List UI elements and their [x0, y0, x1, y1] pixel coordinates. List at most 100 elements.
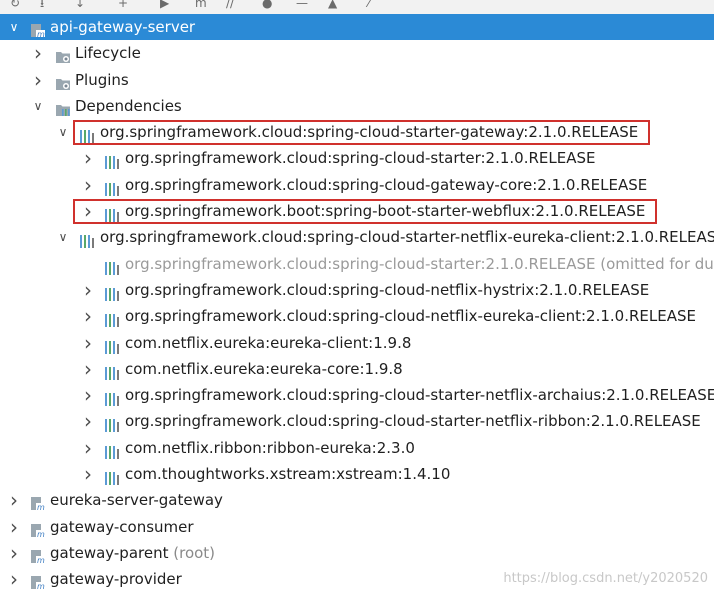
- tree-row[interactable]: › Plugins: [0, 67, 714, 93]
- node-name: org.springframework.cloud:spring-cloud-n…: [125, 280, 650, 299]
- svg-text:m: m: [37, 582, 45, 590]
- tree-row[interactable]: ∨ m api-gateway-server: [0, 14, 714, 41]
- chevron-right-icon[interactable]: ›: [80, 198, 96, 224]
- node-name: org.springframework.cloud:spring-cloud-s…: [100, 123, 639, 142]
- tree-row[interactable]: › com.netflix.eureka:eureka-client:1.9.8: [0, 330, 714, 356]
- folder-gear-icon: [55, 73, 71, 90]
- tree-row[interactable]: › com.netflix.ribbon:ribbon-eureka:2.3.0: [0, 435, 714, 461]
- tree-row[interactable]: › Lifecycle: [0, 40, 714, 66]
- tree-row[interactable]: › org.springframework.cloud:spring-cloud-…: [0, 303, 714, 329]
- library-icon: [104, 388, 120, 407]
- tree-row[interactable]: › org.springframework.cloud:spring-cloud-…: [0, 382, 714, 408]
- tree-row[interactable]: › org.springframework.cloud:spring-cloud-…: [0, 408, 714, 434]
- node-name: Dependencies: [75, 96, 182, 115]
- skip-tests-icon[interactable]: ●: [262, 0, 272, 9]
- chevron-down-icon[interactable]: ∨: [6, 14, 22, 40]
- chevron-right-icon[interactable]: ›: [80, 330, 96, 356]
- folder-deps-icon: [55, 99, 71, 116]
- svg-text:m: m: [37, 530, 45, 538]
- library-icon: [104, 283, 120, 301]
- refresh-icon[interactable]: ↻: [10, 0, 20, 9]
- reimport-icon[interactable]: ⭳: [40, 0, 44, 9]
- tree-row[interactable]: ∨ org.springframework.cloud:spring-cloud-…: [0, 119, 714, 146]
- library-icon: [79, 230, 95, 249]
- tree-row[interactable]: › m gateway-parent (root): [0, 540, 714, 566]
- tree-row-label: org.springframework.cloud:spring-cloud-g…: [125, 172, 647, 198]
- chevron-down-icon[interactable]: ∨: [55, 224, 71, 250]
- chevron-right-icon[interactable]: ›: [30, 67, 46, 93]
- node-name: gateway-consumer: [50, 517, 194, 536]
- toggle-offline-icon[interactable]: //: [226, 0, 234, 9]
- add-icon[interactable]: +: [118, 0, 128, 9]
- node-name: com.netflix.eureka:eureka-core:1.9.8: [125, 359, 403, 378]
- tree-row-label: org.springframework.cloud:spring-cloud-s…: [100, 224, 714, 250]
- chevron-right-icon[interactable]: ›: [80, 356, 96, 382]
- chevron-right-icon[interactable]: ›: [80, 461, 96, 487]
- chevron-right-icon[interactable]: ›: [6, 487, 22, 513]
- tree-row[interactable]: › org.springframework.cloud:spring-cloud-…: [0, 145, 714, 171]
- chevron-down-icon[interactable]: ∨: [55, 119, 71, 145]
- library-icon: [104, 467, 120, 486]
- library-icon: [104, 336, 120, 354]
- tree-row-label: com.netflix.ribbon:ribbon-eureka:2.3.0: [125, 435, 415, 461]
- library-icon: [104, 178, 120, 196]
- tree-row[interactable]: › org.springframework.boot:spring-boot-st…: [0, 198, 714, 225]
- node-name: org.springframework.cloud:spring-cloud-g…: [125, 175, 648, 194]
- tree-row[interactable]: › com.netflix.eureka:eureka-core:1.9.8: [0, 356, 714, 382]
- tree-row[interactable]: › com.thoughtworks.xstream:xstream:1.4.10: [0, 461, 714, 487]
- tree-row[interactable]: › m eureka-server-gateway: [0, 487, 714, 513]
- svg-text:m: m: [37, 30, 45, 38]
- settings-icon[interactable]: ⁄: [368, 0, 370, 9]
- chevron-right-icon[interactable]: ›: [80, 145, 96, 171]
- svg-text:m: m: [37, 503, 45, 511]
- chevron-right-icon[interactable]: ›: [80, 277, 96, 303]
- show-dependencies-icon[interactable]: —: [296, 0, 308, 9]
- chevron-right-icon[interactable]: ›: [6, 540, 22, 566]
- run-icon[interactable]: ▶: [160, 0, 169, 9]
- tree-row[interactable]: › org.springframework.cloud:spring-cloud-…: [0, 172, 714, 198]
- node-name: org.springframework.boot:spring-boot-sta…: [125, 202, 646, 221]
- watermark: https://blog.csdn.net/y2020520: [503, 571, 708, 586]
- node-name: api-gateway-server: [50, 18, 196, 36]
- node-name: org.springframework.cloud:spring-cloud-s…: [125, 149, 596, 168]
- tree-row[interactable]: ∨ Dependencies: [0, 93, 714, 119]
- tree-row-label: org.springframework.cloud:spring-cloud-n…: [125, 303, 696, 329]
- tree-row-label: org.springframework.cloud:spring-cloud-s…: [125, 251, 714, 277]
- node-name: com.netflix.eureka:eureka-client:1.9.8: [125, 333, 412, 352]
- tree-row[interactable]: › org.springframework.cloud:spring-cloud-…: [0, 277, 714, 303]
- chevron-right-icon[interactable]: ›: [80, 172, 96, 198]
- library-icon: [104, 441, 120, 459]
- tree-row-label: com.netflix.eureka:eureka-core:1.9.8: [125, 356, 403, 382]
- maven-toolbar: ↻ ⭳ ↓ + ▶ m // ● — ▲ ⁄: [0, 0, 714, 14]
- tree-row-label: org.springframework.boot:spring-boot-sta…: [125, 198, 645, 224]
- library-icon: [104, 362, 120, 380]
- maven-module-icon: m: [30, 20, 46, 39]
- tree-row-label: api-gateway-server: [50, 14, 195, 40]
- chevron-right-icon[interactable]: ›: [6, 566, 22, 592]
- node-name: org.springframework.cloud:spring-cloud-s…: [125, 412, 701, 431]
- tree-row-label: org.springframework.cloud:spring-cloud-s…: [125, 145, 596, 171]
- download-icon[interactable]: ↓: [75, 0, 85, 9]
- tree-row[interactable]: › m gateway-consumer: [0, 514, 714, 540]
- maven-tool-window: ↻ ⭳ ↓ + ▶ m // ● — ▲ ⁄ ∨ m api-gateway-server › Lifecy…: [0, 0, 714, 594]
- node-suffix: (omitted for dupli: [600, 254, 714, 273]
- chevron-right-icon[interactable]: ›: [80, 303, 96, 329]
- chevron-right-icon[interactable]: ›: [80, 382, 96, 408]
- collapse-icon[interactable]: ▲: [328, 0, 337, 9]
- chevron-right-icon[interactable]: ›: [30, 40, 46, 66]
- library-icon: [104, 414, 120, 433]
- chevron-down-icon[interactable]: ∨: [30, 93, 46, 119]
- tree-row[interactable]: ∨ org.springframework.cloud:spring-cloud-…: [0, 224, 714, 250]
- maven-module-icon: m: [30, 493, 46, 512]
- chevron-right-icon[interactable]: ›: [80, 408, 96, 434]
- tree-row[interactable]: org.springframework.cloud:spring-cloud-s…: [0, 251, 714, 277]
- node-name: com.thoughtworks.xstream:xstream:1.4.10: [125, 465, 451, 484]
- library-icon: [79, 125, 95, 144]
- execute-goal-icon[interactable]: m: [195, 0, 207, 9]
- folder-gear-icon: [55, 46, 71, 64]
- chevron-right-icon[interactable]: ›: [80, 435, 96, 461]
- tree-row-label: gateway-parent (root): [50, 540, 215, 566]
- chevron-right-icon[interactable]: ›: [6, 514, 22, 540]
- node-suffix: (root): [168, 543, 216, 562]
- tree-row-label: eureka-server-gateway: [50, 487, 223, 513]
